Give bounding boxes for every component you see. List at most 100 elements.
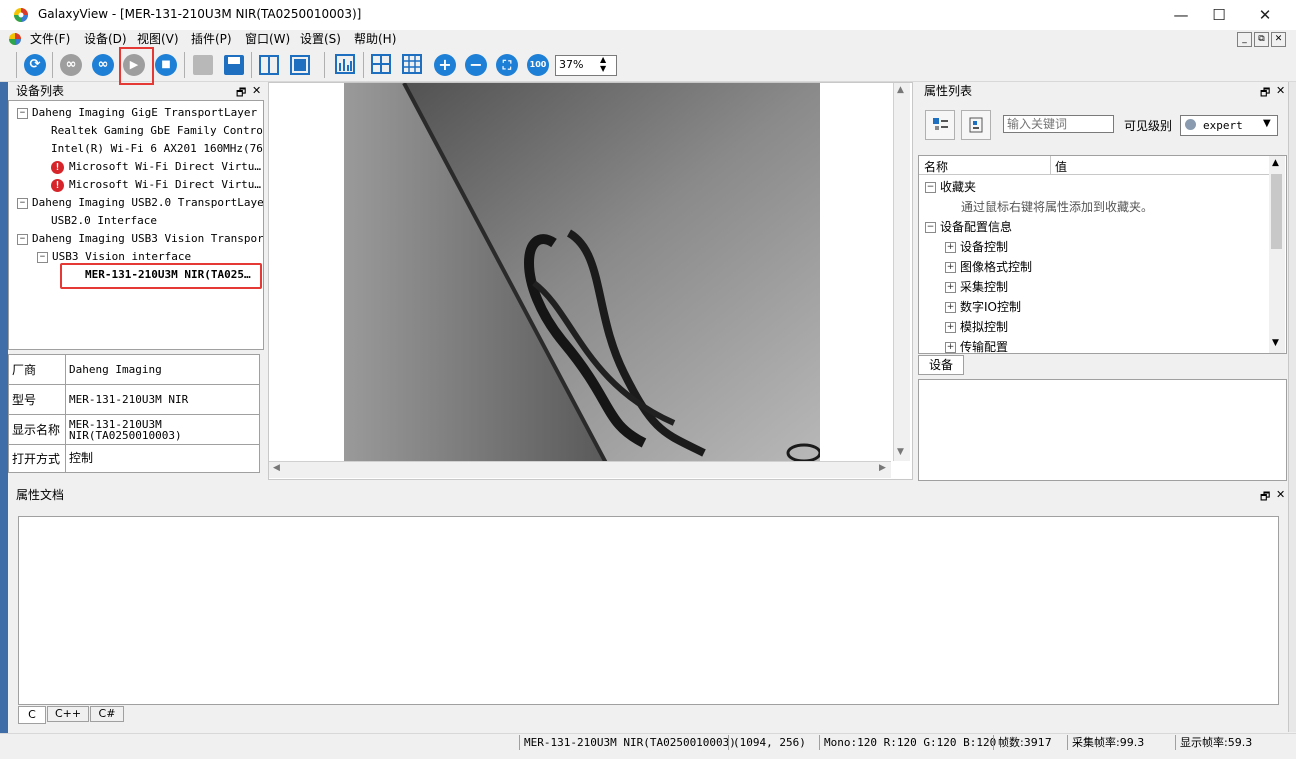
menu-device[interactable]: 设备(D): [84, 30, 127, 48]
property-tree-item[interactable]: + 模拟控制: [919, 317, 1269, 337]
property-tree-label: 设备配置信息: [940, 220, 1013, 234]
zoom-in-button[interactable]: +: [432, 52, 458, 78]
float-panel-icon[interactable]: 🗗: [1260, 488, 1270, 507]
property-tree-item[interactable]: 通过鼠标右键将属性添加到收藏夹。: [919, 197, 1269, 217]
histogram-button[interactable]: [333, 52, 359, 78]
scroll-left-icon[interactable]: ◀: [273, 463, 280, 473]
menu-window[interactable]: 窗口(W): [245, 30, 290, 48]
device-tree-item[interactable]: ! Microsoft Wi-Fi Direct Virtu…: [9, 176, 263, 194]
refresh-button[interactable]: ⟳: [22, 52, 48, 78]
tree-expander-icon[interactable]: −: [37, 251, 48, 263]
stop-acquisition-button[interactable]: ■: [153, 52, 179, 78]
tree-expander-icon[interactable]: +: [945, 342, 956, 353]
image-vertical-scrollbar[interactable]: ▲ ▼: [893, 83, 910, 461]
property-description-area: [918, 379, 1287, 481]
device-tree-item[interactable]: Intel(R) Wi-Fi 6 AX201 160MHz(76…: [9, 140, 263, 158]
close-panel-icon[interactable]: ✕: [1276, 488, 1285, 501]
device-tree-item[interactable]: − Daheng Imaging GigE TransportLayer: [9, 104, 263, 122]
property-tree-item[interactable]: + 设备控制: [919, 237, 1269, 257]
device-tree-item[interactable]: USB2.0 Interface: [9, 212, 263, 230]
close-panel-icon[interactable]: ✕: [252, 84, 261, 97]
property-tree-label: 通过鼠标右键将属性添加到收藏夹。: [961, 200, 1154, 214]
tab-device[interactable]: 设备: [918, 355, 964, 375]
menu-view[interactable]: 视图(V): [137, 30, 179, 48]
tree-expander-icon[interactable]: +: [945, 262, 956, 273]
collapse-all-button[interactable]: [961, 110, 991, 140]
zoom-out-icon: −: [465, 54, 487, 76]
tree-expander-icon[interactable]: +: [945, 322, 956, 333]
device-info-key: 显示名称: [8, 414, 66, 445]
tab-cpp[interactable]: C++: [47, 706, 89, 722]
property-tree-item[interactable]: + 传输配置: [919, 337, 1269, 353]
property-tree-item[interactable]: − 收藏夹: [919, 177, 1269, 197]
device-tree-item[interactable]: Realtek Gaming GbE Family Contro…: [9, 122, 263, 140]
property-tree-item[interactable]: + 数字IO控制: [919, 297, 1269, 317]
save-button[interactable]: [221, 52, 247, 78]
open-folder-button[interactable]: [190, 52, 216, 78]
scroll-right-icon[interactable]: ▶: [879, 463, 886, 473]
property-docs-title: 属性文档: [16, 488, 65, 502]
tree-expander-icon[interactable]: +: [945, 242, 956, 253]
property-tree-header: 名称 值: [919, 156, 1269, 175]
scroll-up-icon[interactable]: ▲: [897, 85, 904, 95]
zoom-spinner-icon[interactable]: ▲ ▼: [600, 55, 606, 73]
app-menu-icon[interactable]: [8, 32, 22, 46]
property-tree-scrollbar[interactable]: ▲ ▼: [1269, 156, 1285, 353]
title-bar: GalaxyView - [MER-131-210U3M NIR(TA02500…: [0, 0, 1296, 30]
actual-size-button[interactable]: 100: [525, 52, 551, 78]
device-info-key: 打开方式: [8, 444, 66, 473]
device-tree-item[interactable]: ! Microsoft Wi-Fi Direct Virtu…: [9, 158, 263, 176]
status-device: MER-131-210U3M NIR(TA0250010003): [519, 735, 736, 750]
column-header-value[interactable]: 值: [1055, 158, 1067, 175]
tree-expander-icon[interactable]: −: [17, 233, 28, 245]
property-list-title: 属性列表: [924, 84, 973, 98]
grid-4-button[interactable]: [369, 52, 395, 78]
menu-help[interactable]: 帮助(H): [354, 30, 396, 48]
property-tree-item[interactable]: + 采集控制: [919, 277, 1269, 297]
tab-c[interactable]: C: [18, 706, 46, 724]
zoom-combo[interactable]: 37% ▲ ▼: [555, 55, 617, 76]
window-button[interactable]: [287, 52, 313, 78]
tree-expander-icon[interactable]: +: [945, 302, 956, 313]
device-info-row: 厂商 Daheng Imaging: [8, 354, 260, 385]
device-tree-label: Intel(R) Wi-Fi 6 AX201 160MHz(76…: [51, 142, 264, 155]
connect-button[interactable]: ∞: [90, 52, 116, 78]
maximize-button[interactable]: ☐: [1196, 0, 1242, 30]
scroll-down-icon[interactable]: ▼: [1272, 338, 1279, 348]
disconnect-button[interactable]: ∞: [58, 52, 84, 78]
zoom-out-button[interactable]: −: [463, 52, 489, 78]
float-panel-icon[interactable]: 🗗: [1260, 84, 1270, 103]
close-button[interactable]: ✕: [1242, 0, 1288, 30]
expand-all-button[interactable]: [925, 110, 955, 140]
device-tree-item[interactable]: − Daheng Imaging USB3 Vision Transpor…: [9, 230, 263, 248]
device-tree-item[interactable]: − Daheng Imaging USB2.0 TransportLayer: [9, 194, 263, 212]
mdi-minimize-button[interactable]: _: [1237, 32, 1252, 47]
image-horizontal-scrollbar[interactable]: ◀ ▶: [269, 461, 891, 478]
column-header-name[interactable]: 名称: [924, 158, 948, 175]
image-viewport[interactable]: ◀ ▶ ▲ ▼: [268, 82, 913, 480]
tab-csharp[interactable]: C#: [90, 706, 124, 722]
grid-9-button[interactable]: [400, 52, 426, 78]
property-tree-item[interactable]: + 图像格式控制: [919, 257, 1269, 277]
visibility-level-select[interactable]: expert ▼: [1180, 115, 1278, 136]
menu-settings[interactable]: 设置(S): [300, 30, 341, 48]
property-tree-label: 图像格式控制: [960, 260, 1033, 274]
menu-plugin[interactable]: 插件(P): [191, 30, 232, 48]
window-title: GalaxyView - [MER-131-210U3M NIR(TA02500…: [38, 7, 362, 21]
tree-expander-icon[interactable]: +: [945, 282, 956, 293]
tree-expander-icon[interactable]: −: [925, 222, 936, 233]
scroll-up-icon[interactable]: ▲: [1272, 158, 1279, 168]
tree-expander-icon[interactable]: −: [17, 197, 28, 209]
mdi-close-button[interactable]: ✕: [1271, 32, 1286, 47]
scroll-down-icon[interactable]: ▼: [897, 447, 904, 457]
tree-expander-icon[interactable]: −: [925, 182, 936, 193]
property-tree-item[interactable]: − 设备配置信息: [919, 217, 1269, 237]
fit-window-button[interactable]: ⛶: [494, 52, 520, 78]
tree-expander-icon[interactable]: −: [17, 107, 28, 119]
mdi-restore-button[interactable]: ⧉: [1254, 32, 1269, 47]
property-search-input[interactable]: [1003, 115, 1114, 133]
menu-file[interactable]: 文件(F): [30, 30, 70, 48]
close-panel-icon[interactable]: ✕: [1276, 84, 1285, 97]
device-info-key: 型号: [8, 384, 66, 415]
split-view-button[interactable]: [256, 52, 282, 78]
